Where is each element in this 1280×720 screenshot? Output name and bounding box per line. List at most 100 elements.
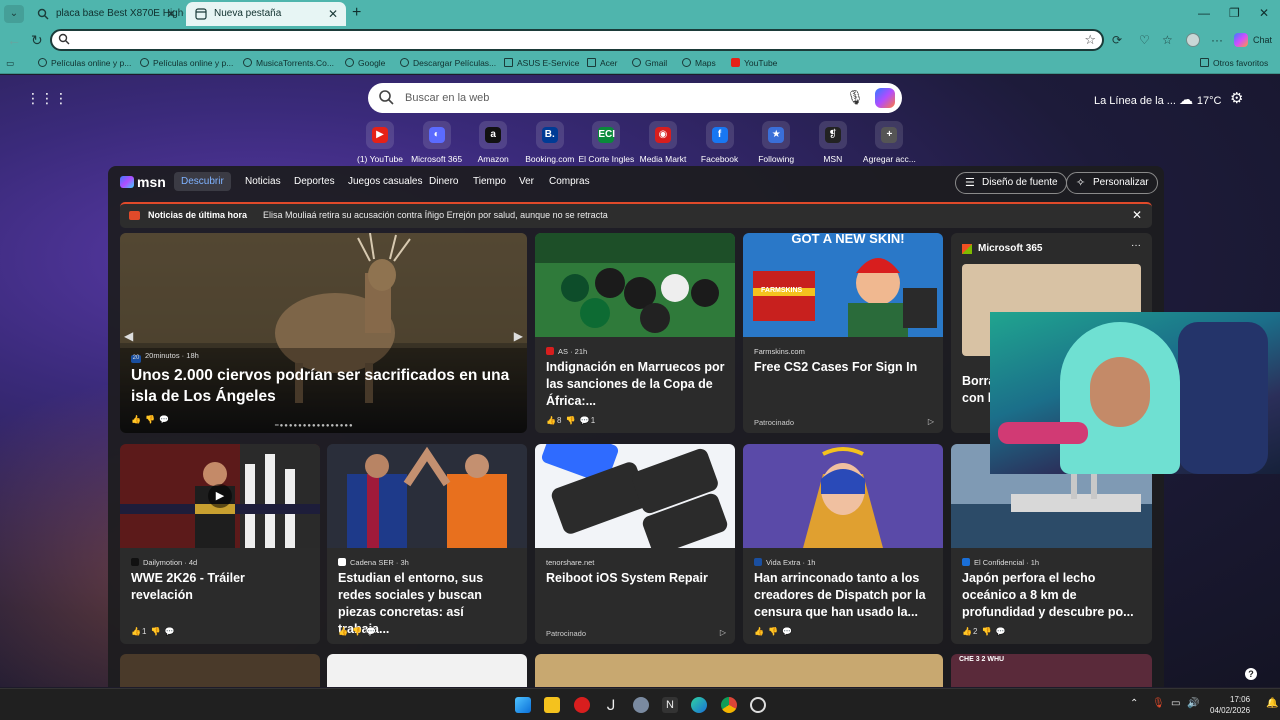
bookmarks-sidebar-icon[interactable]: ▭ [6,58,14,69]
clock[interactable]: 17:06 04/02/2026 [1210,694,1250,716]
bookmark-item[interactable]: MusicaTorrents.Co... [243,58,334,68]
chat-button-label[interactable]: Chat [1253,35,1272,45]
reaction-bar[interactable]: 👍 👎 💬 [754,627,793,636]
ad-choices-icon[interactable]: ▷ [720,628,726,637]
play-video-icon[interactable]: ▶ [208,484,232,508]
tab-placa-base[interactable]: placa base Best X870E High-End M ✕ [28,2,184,26]
browser-essentials-icon[interactable]: ♡ [1139,33,1150,47]
tab-dinero[interactable]: Dinero [429,176,458,187]
notifications-icon[interactable]: 🔔 [1266,698,1278,709]
feed-layout-button[interactable]: ☰ Diseño de fuente [955,172,1067,194]
reaction-bar[interactable]: 👍 👎 💬 [338,627,377,636]
speaker-icon[interactable]: 🔊 [1187,698,1199,709]
tab-nueva-pestana[interactable]: Nueva pestaña ✕ [186,2,346,26]
address-bar[interactable]: ☆ [50,29,1104,51]
tab-descubrir[interactable]: Descubrir [174,172,231,191]
tab-tiempo[interactable]: Tiempo [473,176,506,187]
close-tab-icon[interactable]: ✕ [328,2,338,26]
tab-actions-menu-button[interactable]: ⌄ [4,5,24,23]
more-options-icon[interactable]: ··· [1131,240,1141,251]
notion-icon[interactable]: N [662,697,678,713]
bookmark-item[interactable]: Películas online y p... [38,58,131,68]
carousel-dots[interactable]: ━●●●●●●●●●●●●●●●● [275,422,354,429]
settings-icon[interactable] [633,697,649,713]
minimize-icon[interactable]: — [1198,6,1210,20]
story-title[interactable]: Japón perfora el lecho oceánico a 8 km d… [962,570,1142,621]
chevron-up-icon[interactable]: ⌃ [1130,698,1138,709]
microphone-icon[interactable]: 🎙 [1152,698,1165,709]
favorites-icon[interactable]: ☆ [1162,33,1173,47]
close-window-icon[interactable]: ✕ [1259,6,1269,20]
bookmark-item[interactable]: Descargar Películas... [400,58,496,68]
story-card[interactable] [120,654,320,687]
carousel-next-icon[interactable]: ▶ [514,329,523,343]
bookmark-item[interactable]: Acer [587,58,617,68]
microphone-icon[interactable]: 🎙 [846,89,864,106]
story-title[interactable]: Free CS2 Cases For Sign In [754,359,933,376]
favorite-star-icon[interactable]: ☆ [1084,32,1096,48]
personalize-button[interactable]: ✧ Personalizar [1066,172,1158,194]
settings-gear-icon[interactable]: ⚙ [1230,89,1243,107]
edge-icon[interactable] [691,697,707,713]
msn-logo[interactable]: msn [120,174,166,190]
quick-link[interactable]: + Agregar acc... [853,121,925,164]
reaction-bar[interactable]: 👍8 👎 💬1 [546,416,596,425]
story-card[interactable]: CHE 3 2 WHU [951,654,1152,687]
new-tab-button[interactable]: + [352,4,361,22]
chrome-icon[interactable] [721,697,737,713]
tab-noticias[interactable]: Noticias [245,176,281,187]
restore-icon[interactable]: ❐ [1229,6,1240,20]
tab-juegos-casuales[interactable]: Juegos casuales [348,176,423,187]
close-tab-icon[interactable]: ✕ [166,2,176,26]
bookmark-item[interactable]: Google [345,58,385,68]
story-title[interactable]: WWE 2K26 - Tráiler revelación [131,570,310,604]
copilot-icon[interactable] [1234,33,1248,47]
file-explorer-icon[interactable] [544,697,560,713]
story-card[interactable]: El Confidencial · 1h Japón perfora el le… [951,444,1152,644]
bookmark-item[interactable]: Gmail [632,58,667,68]
breaking-headline[interactable]: Elisa Mouliaá retira su acusación contra… [263,210,608,220]
tab-ver[interactable]: Ver [519,176,534,187]
tab-compras[interactable]: Compras [549,176,590,187]
back-icon[interactable]: ← [7,32,21,48]
story-card[interactable]: ▶ Dailymotion · 4d WWE 2K26 - Tráiler re… [120,444,320,644]
profile-avatar[interactable] [1186,33,1200,47]
bookmark-item[interactable]: Maps [682,58,716,68]
help-icon[interactable]: ? [1245,668,1257,680]
other-favorites[interactable]: Otros favoritos [1200,58,1268,68]
hero-story-card[interactable]: ◀ ▶ 20 20minutos · 18h Unos 2.000 ciervos… [120,233,527,433]
refresh-icon[interactable]: ↻ [31,32,43,49]
story-card[interactable]: AS · 21h Indignación en Marruecos por la… [535,233,735,433]
sponsored-card[interactable]: tenorshare.net Reiboot iOS System Repair… [535,444,735,644]
story-card[interactable]: Cadena SER · 3h Estudian el entorno, sus… [327,444,527,644]
story-title[interactable]: Unos 2.000 ciervos podrían ser sacrifica… [131,365,511,407]
story-title[interactable]: Han arrinconado tanto a los creadores de… [754,570,933,621]
steam-icon[interactable] [750,697,766,713]
copilot-icon[interactable] [875,88,895,108]
extensions-icon[interactable]: ⟳ [1112,33,1122,47]
search-placeholder[interactable]: Buscar en la web [405,92,489,104]
bookmark-item[interactable]: Películas online y p... [140,58,233,68]
app-launcher-icon[interactable]: ⋮⋮⋮ [26,91,68,105]
story-card[interactable] [535,654,943,687]
breaking-news-bar[interactable]: Noticias de última hora Elisa Mouliaá re… [120,202,1152,228]
close-icon[interactable]: ✕ [1132,208,1142,222]
app-icon[interactable]: ᒍ [603,697,619,713]
reaction-bar[interactable]: 👍1 👎 💬 [131,627,176,636]
more-options-icon[interactable]: ··· [1211,33,1223,47]
weather-widget[interactable]: La Línea de la ... ☁ 17°C [1094,91,1221,108]
reaction-bar[interactable]: 👍2 👎 💬 [962,627,1007,636]
bookmark-item[interactable]: ASUS E-Service [504,58,579,68]
story-title[interactable]: Reiboot iOS System Repair [546,570,725,587]
story-card[interactable]: Vida Extra · 1h Han arrinconado tanto a … [743,444,943,644]
start-icon[interactable] [515,697,531,713]
reaction-bar[interactable]: 👍 👎 💬 [131,415,170,424]
story-title[interactable]: Indignación en Marruecos por las sancion… [546,359,725,410]
tab-deportes[interactable]: Deportes [294,176,335,187]
web-search-box[interactable]: Buscar en la web 🎙 [368,83,902,113]
app-icon[interactable] [574,697,590,713]
story-card[interactable] [327,654,527,687]
carousel-prev-icon[interactable]: ◀ [124,329,133,343]
ad-choices-icon[interactable]: ▷ [928,417,934,426]
sponsored-card[interactable]: GOT A NEW SKIN! FARMSKINS Farmskins.com … [743,233,943,433]
